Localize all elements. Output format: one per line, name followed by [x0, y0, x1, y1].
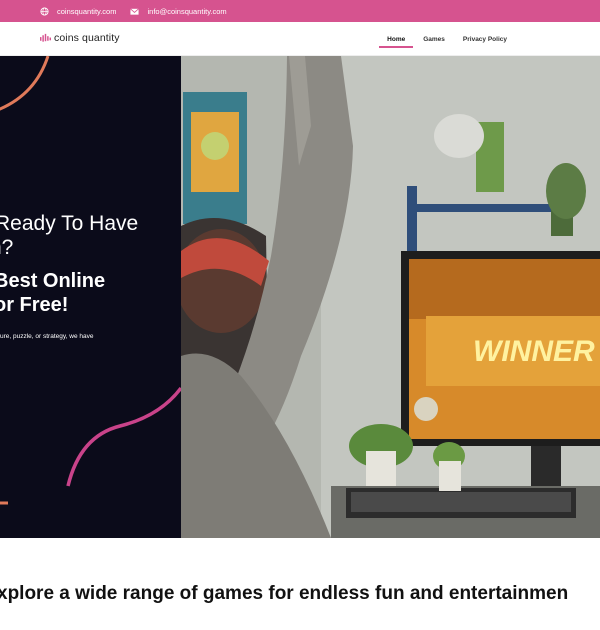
hero-heading-line-2: n? [0, 236, 14, 259]
globe-icon [40, 6, 49, 16]
website-contact[interactable]: coinsquantity.com [40, 7, 116, 16]
envelope-icon [130, 7, 140, 15]
email-contact[interactable]: info@coinsquantity.com [130, 7, 227, 16]
main-nav: Home Games Privacy Policy [378, 22, 516, 56]
site-logo[interactable]: coins quantity [40, 32, 120, 44]
nav-games[interactable]: Games [414, 22, 454, 56]
hero-banner: WINNER Ready To Have ? Best Online or Fr… [0, 56, 600, 538]
email-link[interactable]: info@coinsquantity.com [147, 7, 226, 16]
hero-heading-line-4: or Free! [0, 294, 69, 316]
sound-bars-icon [40, 33, 51, 42]
logo-text: coins quantity [54, 32, 120, 44]
hero-subtitle: ure, puzzle, or strategy, we have [0, 333, 94, 340]
website-link[interactable]: coinsquantity.com [57, 7, 116, 16]
hero-heading-line-1: Ready To Have [0, 212, 139, 235]
hero-text: Ready To Have n? Best Online or Free! ur… [0, 212, 400, 340]
nav-home[interactable]: Home [378, 22, 414, 56]
hero-heading-line-3: Best Online [0, 270, 106, 292]
screen-winner-text: WINNER [473, 335, 595, 368]
top-contact-bar: coinsquantity.com info@coinsquantity.com [0, 0, 600, 22]
site-header: coins quantity Home Games Privacy Policy [0, 22, 600, 56]
nav-privacy-policy[interactable]: Privacy Policy [454, 22, 516, 56]
games-section-title: xplore a wide range of games for endless… [0, 583, 569, 604]
